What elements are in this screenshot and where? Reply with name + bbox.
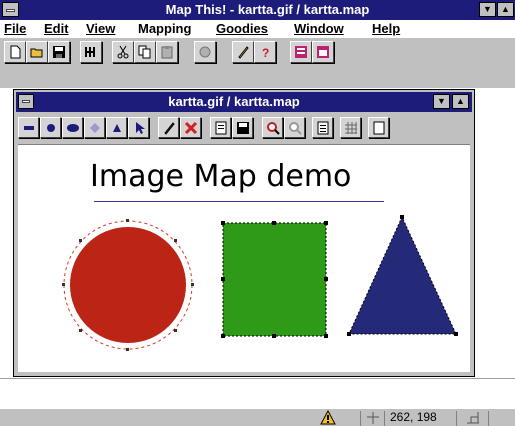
window-icon[interactable] [312,41,334,63]
child-minimize-button[interactable]: ▼ [433,94,450,109]
triangle-hotspot[interactable] [348,215,457,335]
scroll-icon[interactable] [368,117,389,138]
status-divider [360,411,361,426]
paste-icon[interactable] [156,41,178,63]
maximize-button[interactable]: ▲ [497,2,514,17]
menu-help[interactable]: Help [372,21,400,36]
square-hotspot[interactable] [222,222,327,337]
arrow-select-icon[interactable] [128,117,149,138]
help-icon[interactable]: ? [254,41,276,63]
image-icon[interactable] [194,41,216,63]
child-maximize-button[interactable]: ▲ [452,94,469,109]
warning-icon [320,410,336,425]
menu-bar: File Edit View Mapping Goodies Window He… [0,20,515,38]
polygon-tool-icon[interactable] [84,117,105,138]
status-divider [488,411,489,426]
map-document-window[interactable]: kartta.gif / kartta.map ▼ ▲ Image Map de… [13,89,475,377]
new-document-icon[interactable] [4,41,26,63]
system-menu-button[interactable] [2,2,19,17]
pencil-icon[interactable] [158,117,179,138]
rectangle-tool-icon[interactable] [18,117,39,138]
grid-icon[interactable] [340,117,361,138]
delete-icon[interactable] [180,117,201,138]
main-toolbar: ? [0,38,515,88]
coordinate-readout: 262, 198 [390,410,437,424]
zoom-out-icon[interactable] [284,117,305,138]
size-grip-icon [467,412,479,424]
circle-hotspot[interactable] [70,227,186,343]
mapping-toolbar [16,114,472,142]
app-title: Map This! - kartta.gif / kartta.map [165,2,370,17]
menu-window[interactable]: Window [294,21,344,36]
hex-edit-icon[interactable] [80,41,102,63]
child-title-bar[interactable]: kartta.gif / kartta.map ▼ ▲ [16,92,472,112]
minimize-button[interactable]: ▼ [479,2,496,17]
properties-icon[interactable] [210,117,231,138]
menu-file[interactable]: File [4,21,26,36]
circle-tool-icon[interactable] [40,117,61,138]
child-system-menu-button[interactable] [18,94,34,109]
menu-view[interactable]: View [86,21,115,36]
cut-icon[interactable] [112,41,134,63]
zoom-in-icon[interactable] [262,117,283,138]
app-title-bar[interactable]: Map This! - kartta.gif / kartta.map ▼ ▲ [0,0,515,20]
ellipse-tool-icon[interactable] [62,117,83,138]
copy-icon[interactable] [134,41,156,63]
menu-mapping[interactable]: Mapping [138,21,191,36]
status-divider [384,411,385,426]
cursor-position-icon [367,412,379,424]
menu-edit[interactable]: Edit [44,21,69,36]
shapes-layer [62,215,458,351]
pencil-icon[interactable] [232,41,254,63]
mdi-client-area [0,378,515,408]
status-divider [456,411,457,426]
status-bar: 262, 198 [0,408,515,426]
child-title: kartta.gif / kartta.map [168,94,300,109]
pin-tool-icon[interactable] [106,117,127,138]
menu-goodies[interactable]: Goodies [216,21,268,36]
grid-icon[interactable] [290,41,312,63]
save-disk-icon[interactable] [232,117,253,138]
open-folder-icon[interactable] [26,41,48,63]
save-disk-icon[interactable] [48,41,70,63]
map-canvas[interactable]: Image Map demo [18,144,470,372]
svg-text:?: ? [262,46,269,59]
document-icon[interactable] [312,117,333,138]
